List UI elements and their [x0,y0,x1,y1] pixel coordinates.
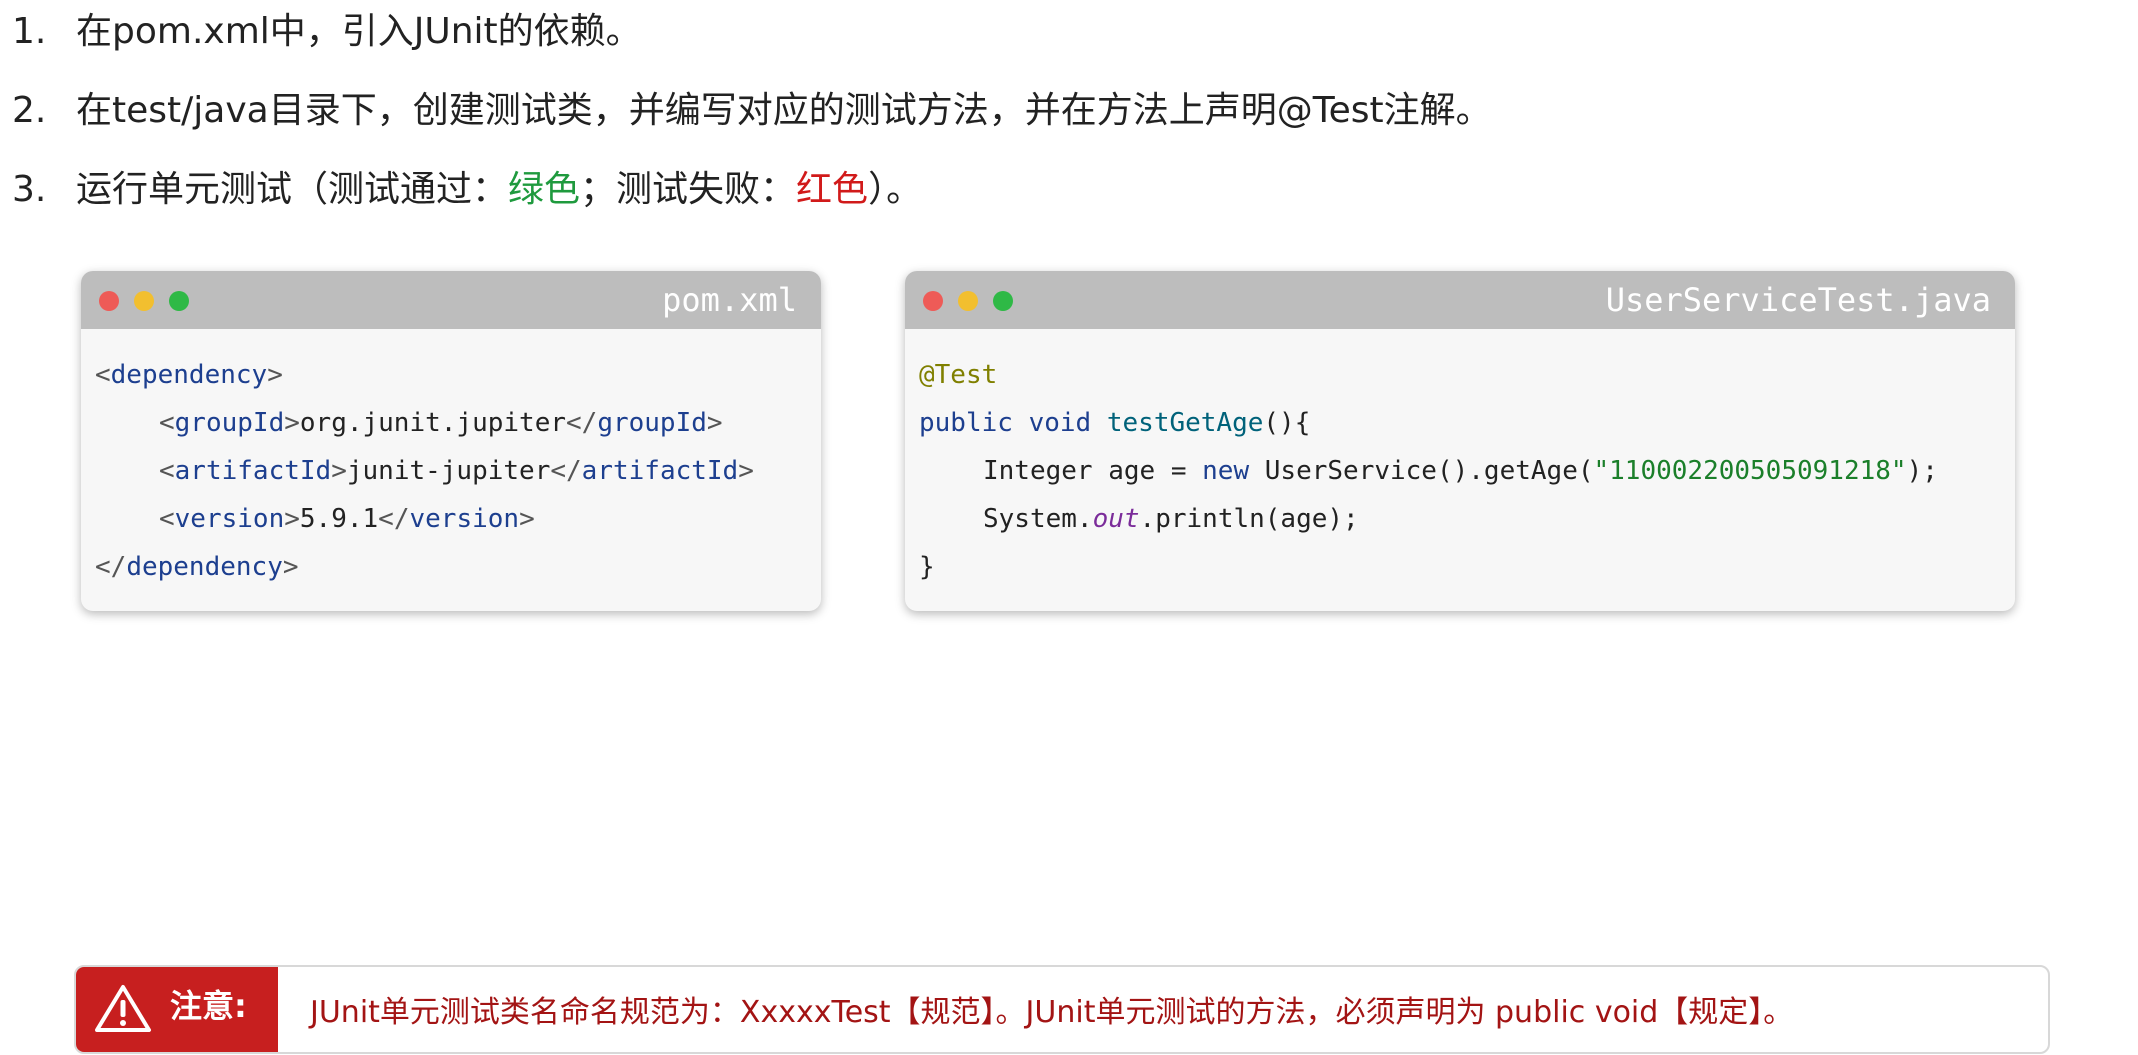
code-line: <dependency> [95,360,283,390]
close-dot-icon [99,291,119,311]
code-line: </dependency> [95,552,299,582]
note-label-box: 注意: [76,967,278,1052]
step-text: 在test/java目录下，创建测试类，并编写对应的测试方法，并在方法上声明@T… [76,90,1492,131]
code-block: @Test public void testGetAge(){ Integer … [905,329,2015,591]
code-line: <groupId>org.junit.jupiter</groupId> [159,408,723,438]
step-3: 3. 运行单元测试（测试通过：绿色；测试失败：红色）。 [12,158,922,222]
user-service-test-code-window: UserServiceTest.java @Test public void t… [905,271,2015,611]
warning-icon [95,985,151,1032]
code-line: <artifactId>junit-jupiter</artifactId> [159,456,754,486]
maximize-dot-icon [169,291,189,311]
pom-xml-code-window: pom.xml <dependency> <groupId>org.junit.… [81,271,821,611]
note-callout: 注意: JUnit单元测试类名命名规范为：XxxxxTest【规范】。JUnit… [74,965,2050,1054]
window-filename: UserServiceTest.java [1605,281,1991,319]
code-block: <dependency> <groupId>org.junit.jupiter<… [81,329,821,591]
pass-color-word: 绿色 [508,169,581,210]
step-1: 1. 在pom.xml中，引入JUnit的依赖。 [12,0,642,64]
code-line: } [919,552,935,582]
code-line: System.out.println(age); [983,504,1359,534]
step-2: 2. 在test/java目录下，创建测试类，并编写对应的测试方法，并在方法上声明… [12,79,1492,143]
note-text: JUnit单元测试类名命名规范为：XxxxxTest【规范】。JUnit单元测试… [310,995,1794,1030]
maximize-dot-icon [993,291,1013,311]
window-titlebar: pom.xml [81,271,821,329]
step-text: 在pom.xml中，引入JUnit的依赖。 [76,11,642,52]
code-line: Integer age = new UserService().getAge("… [983,456,1938,486]
code-line: <version>5.9.1</version> [159,504,535,534]
close-dot-icon [923,291,943,311]
step-number: 3. [12,169,47,210]
code-line: public void testGetAge(){ [919,408,1311,438]
minimize-dot-icon [958,291,978,311]
fail-color-word: 红色 [796,169,869,210]
window-titlebar: UserServiceTest.java [905,271,2015,329]
code-line: @Test [919,360,998,390]
step-text: 运行单元测试（测试通过： [76,169,509,210]
note-label: 注意: [170,987,247,1025]
minimize-dot-icon [134,291,154,311]
step-text: ；测试失败： [580,169,797,210]
step-number: 1. [12,11,47,52]
window-filename: pom.xml [662,281,797,319]
step-number: 2. [12,90,47,131]
step-text: ）。 [868,169,923,210]
